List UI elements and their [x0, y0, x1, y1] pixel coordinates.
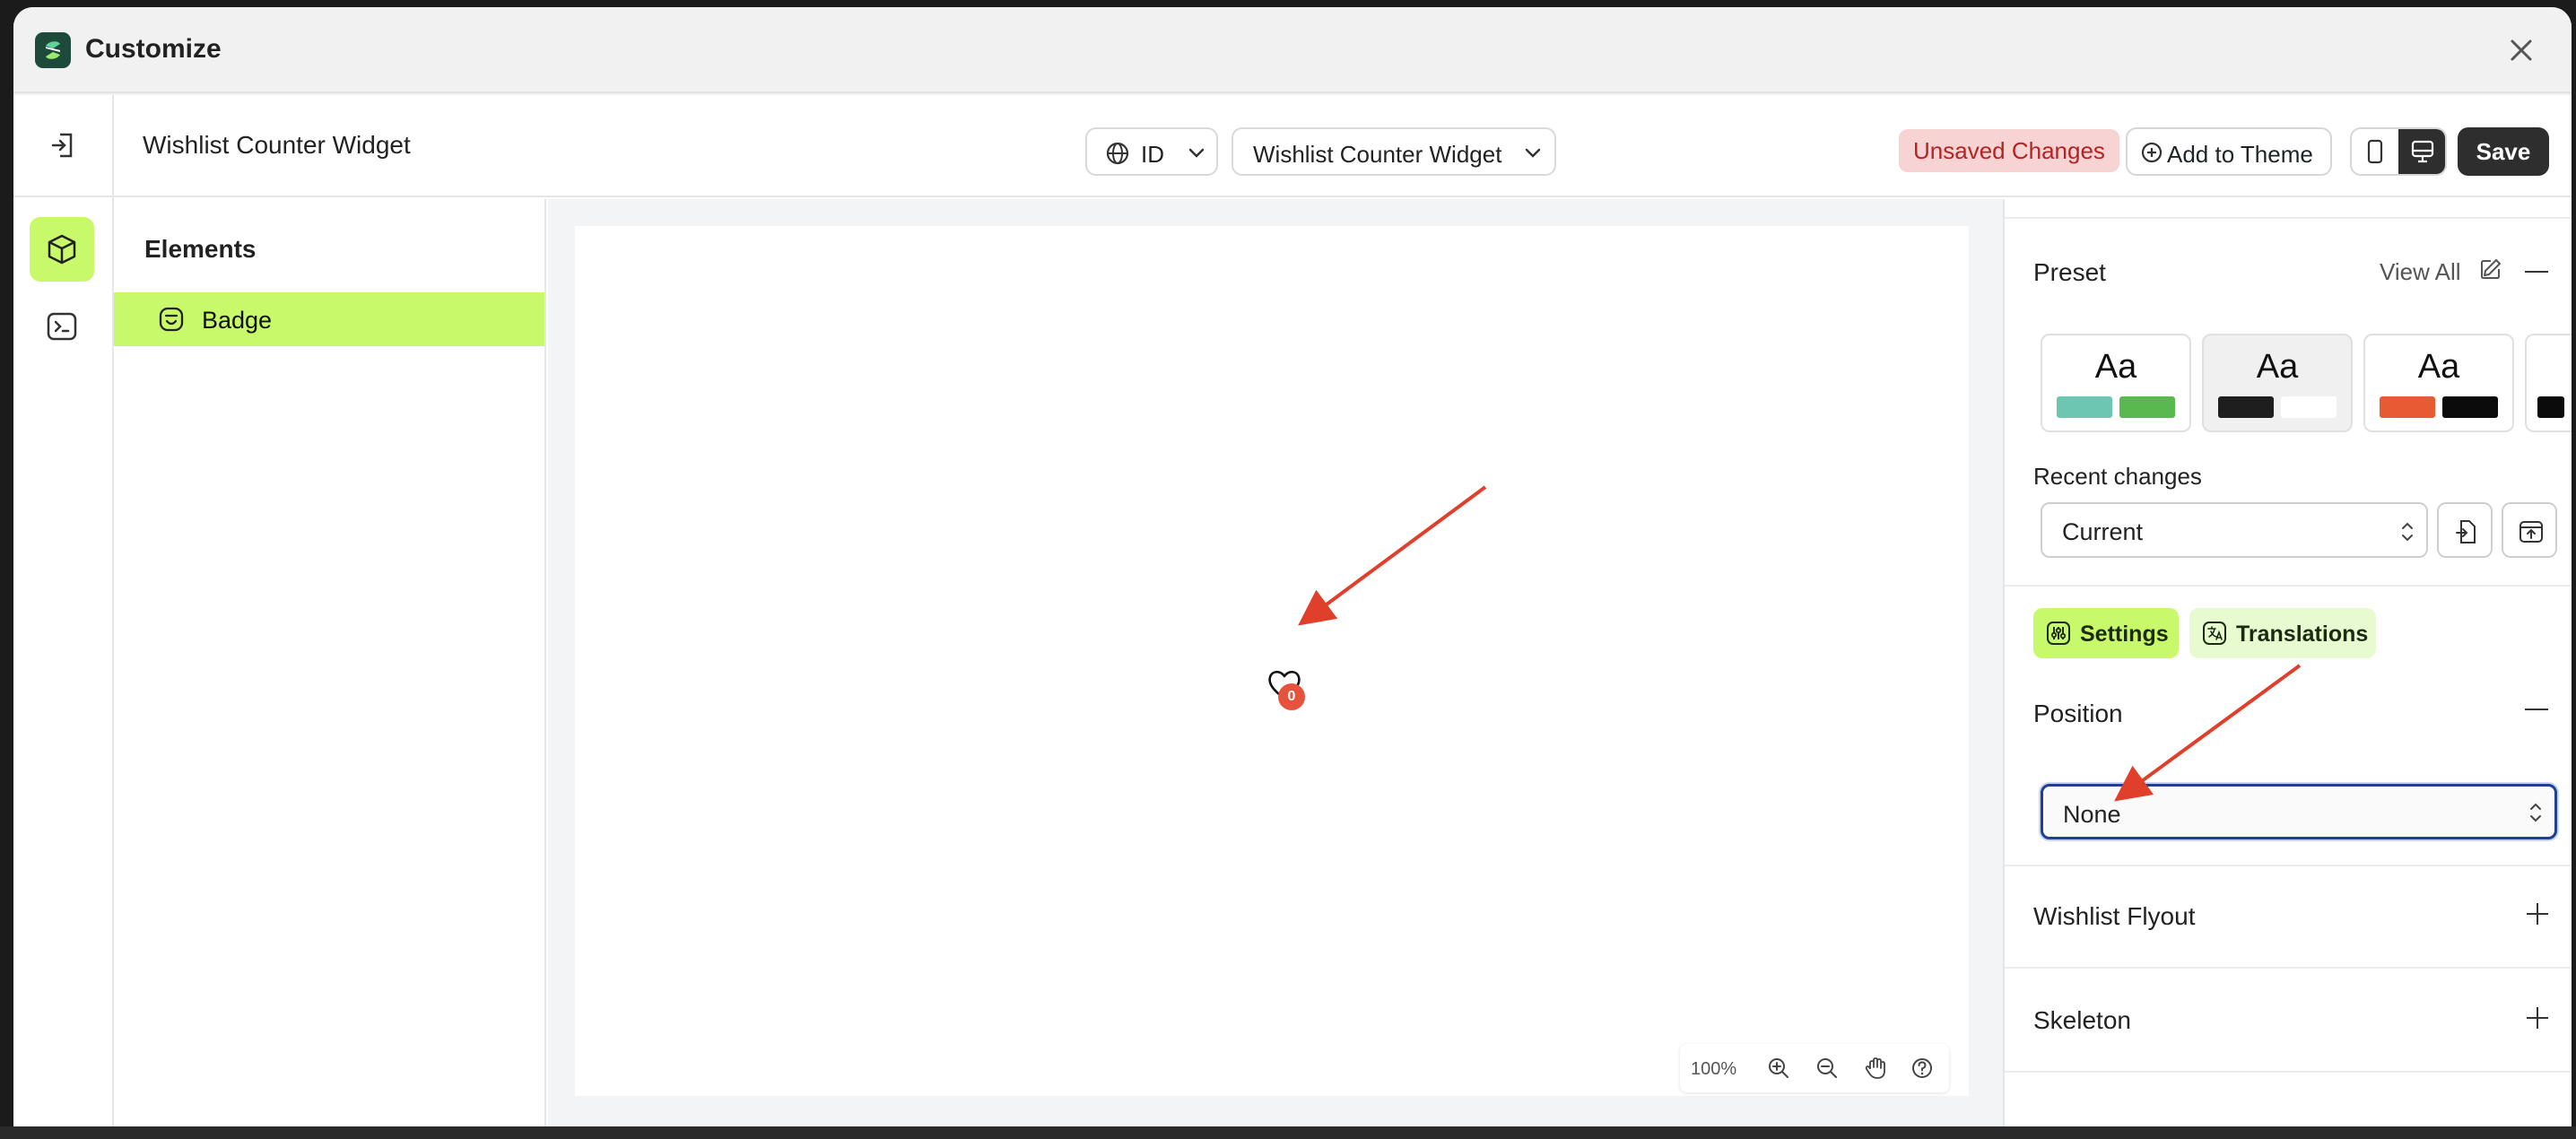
position-value: None: [2063, 801, 2121, 828]
exit-icon[interactable]: [49, 131, 78, 160]
preset-sample: Aa: [2417, 348, 2460, 386]
preset-sample: Aa: [2256, 348, 2299, 386]
preset-swatch: [2218, 396, 2274, 418]
element-item-badge[interactable]: Badge: [114, 292, 544, 346]
expand-icon: [2537, 903, 2538, 925]
tab-settings-label: Settings: [2080, 622, 2169, 647]
view-all-link[interactable]: View All: [2380, 256, 2505, 287]
upload-icon: [2519, 521, 2543, 543]
zoom-out-icon[interactable]: [1815, 1056, 1840, 1081]
zoom-level: 100%: [1691, 1059, 1737, 1079]
device-toggle: [2350, 127, 2447, 176]
mobile-icon: [2367, 139, 2383, 164]
template-select[interactable]: Wishlist Counter Widget: [1231, 127, 1556, 176]
section-skeleton[interactable]: Skeleton: [2005, 970, 2572, 1073]
preset-collapse-icon[interactable]: [2525, 271, 2548, 273]
chevron-down-icon: [1188, 148, 1205, 158]
zoom-in-icon[interactable]: [1766, 1056, 1791, 1081]
chevron-down-icon: [1525, 148, 1541, 158]
hand-pan-icon[interactable]: [1863, 1056, 1888, 1081]
rail-top: [13, 95, 114, 197]
recent-changes-value: Current: [2062, 518, 2144, 545]
unsaved-changes-badge: Unsaved Changes: [1899, 129, 2119, 172]
preset-title: Preset: [2033, 258, 2106, 286]
element-item-label: Badge: [202, 307, 273, 334]
recent-changes-select[interactable]: Current: [2041, 502, 2428, 558]
editor-header: Wishlist Counter Widget ID Wishlist Coun…: [114, 95, 2572, 197]
add-to-theme-label: Add to Theme: [2167, 141, 2313, 168]
add-to-theme-button[interactable]: Add to Theme: [2126, 127, 2332, 176]
sliders-icon: [2047, 622, 2070, 645]
import-button[interactable]: [2437, 502, 2493, 558]
close-icon[interactable]: [2507, 36, 2536, 65]
template-select-value: Wishlist Counter Widget: [1253, 141, 1502, 168]
globe-icon: [1106, 142, 1129, 165]
customize-window: Customize Wishlist Counter Widget ID Wis…: [13, 7, 2572, 1128]
preset-card[interactable]: Aa: [2363, 334, 2514, 432]
expand-icon: [2537, 1007, 2538, 1029]
preset-card[interactable]: Aa: [2202, 334, 2353, 432]
position-select[interactable]: None: [2041, 784, 2557, 839]
preset-card[interactable]: Aa: [2041, 334, 2191, 432]
preset-swatch: [2057, 396, 2112, 418]
tab-translations[interactable]: Translations: [2189, 608, 2376, 658]
section-title: Skeleton: [2033, 1006, 2131, 1034]
preset-sample: Aa: [2094, 348, 2137, 386]
view-all-label: View All: [2380, 258, 2461, 285]
tab-translations-label: Translations: [2236, 622, 2369, 647]
preset-swatch: [2281, 396, 2337, 418]
panel-top-strip: [2005, 199, 2572, 219]
elements-heading: Elements: [144, 235, 257, 263]
left-rail: [13, 95, 114, 1128]
position-title: Position: [2033, 700, 2123, 727]
plus-circle-icon: [2141, 142, 2163, 163]
window-title: Customize: [85, 34, 222, 64]
position-collapse-icon[interactable]: [2525, 709, 2548, 710]
mobile-view-button[interactable]: [2352, 129, 2398, 174]
divider: [2005, 585, 2572, 587]
zoom-toolbar: 100%: [1680, 1044, 1949, 1092]
preset-swatch: [2119, 396, 2175, 418]
terminal-icon: [47, 312, 77, 341]
preset-swatch: [2442, 396, 2498, 418]
updown-chevron-icon: [2530, 803, 2541, 822]
widget-title: Wishlist Counter Widget: [143, 131, 411, 159]
language-label: ID: [1141, 141, 1164, 168]
elements-panel: Elements Badge: [114, 199, 546, 1128]
help-icon[interactable]: [1910, 1056, 1935, 1081]
desktop-strip: [0, 1126, 2576, 1139]
desktop-view-button[interactable]: [2398, 129, 2445, 174]
cube-icon: [48, 234, 76, 265]
code-nav-button[interactable]: [30, 294, 94, 359]
language-select[interactable]: ID: [1085, 127, 1218, 176]
elements-nav-button[interactable]: [30, 217, 94, 282]
wishlist-count-badge: 0: [1278, 683, 1305, 710]
desktop-icon: [2411, 140, 2434, 163]
save-button[interactable]: Save: [2458, 127, 2549, 176]
export-button[interactable]: [2502, 502, 2557, 558]
settings-panel: Preset View All Aa Aa Aa Recent changes …: [2003, 199, 2572, 1128]
main-area: Wishlist Counter Widget ID Wishlist Coun…: [13, 95, 2572, 1128]
tab-settings[interactable]: Settings: [2033, 608, 2179, 658]
preview-area: 0 100%: [548, 199, 2003, 1128]
preview-canvas: 0 100%: [575, 226, 1969, 1096]
section-wishlist-flyout[interactable]: Wishlist Flyout: [2005, 866, 2572, 969]
preset-swatch: [2380, 396, 2435, 418]
preset-swatch: [2537, 396, 2564, 418]
updown-chevron-icon: [2402, 522, 2413, 542]
app-logo-icon: [35, 32, 71, 68]
edit-icon: [2481, 259, 2501, 279]
recent-changes-label: Recent changes: [2033, 463, 2202, 490]
preset-card-partial[interactable]: [2525, 334, 2572, 432]
file-import-icon: [2456, 520, 2476, 543]
section-title: Wishlist Flyout: [2033, 902, 2196, 930]
translate-icon: [2203, 622, 2226, 645]
title-bar: Customize: [13, 7, 2572, 93]
badge-element-icon: [159, 307, 184, 332]
